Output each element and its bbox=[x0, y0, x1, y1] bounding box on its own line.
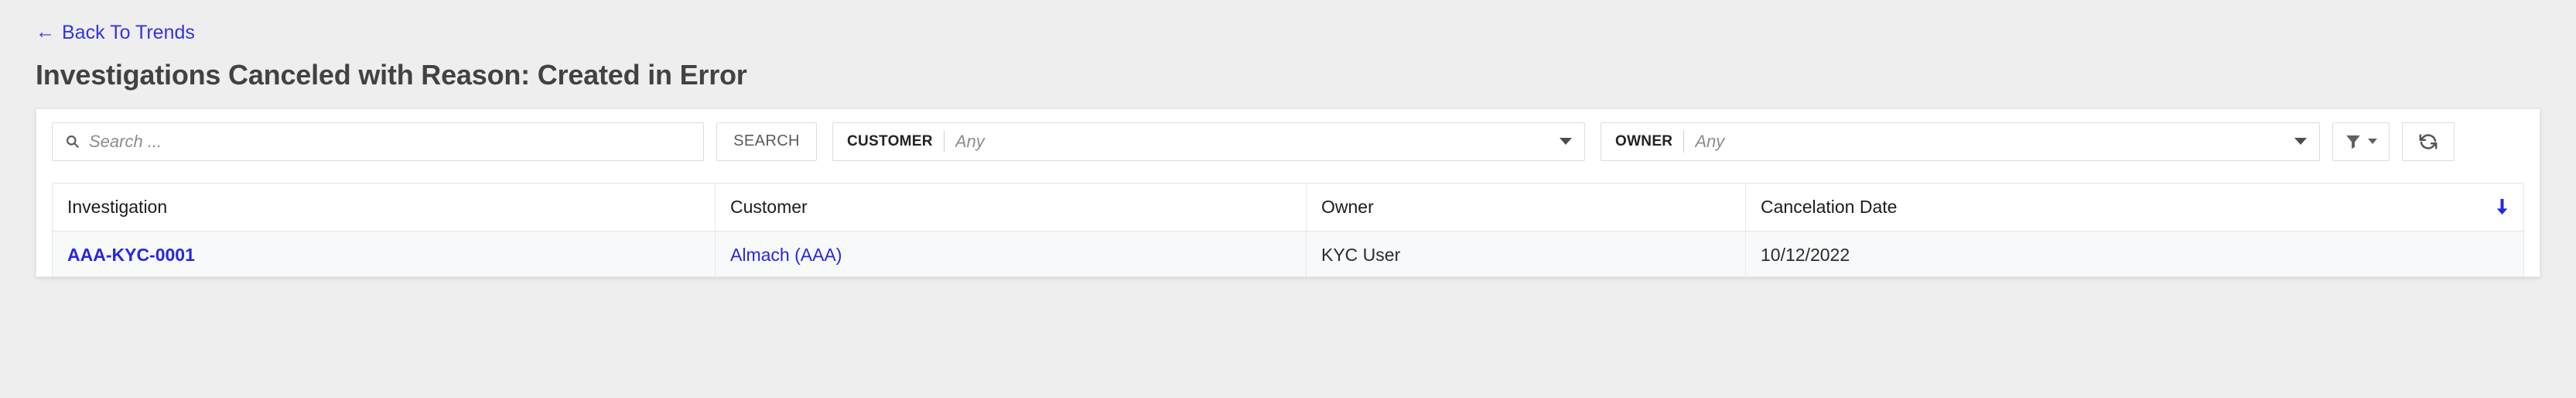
cell-owner: KYC User bbox=[1307, 231, 1746, 276]
owner-filter-label: OWNER bbox=[1615, 132, 1673, 149]
column-header-cancelation-date[interactable]: Cancelation Date bbox=[1746, 184, 2523, 231]
owner-filter-value: Any bbox=[1695, 131, 1725, 151]
filter-toolbar: SEARCH CUSTOMER Any OWNER Any bbox=[36, 109, 2540, 169]
investigation-link[interactable]: AAA-KYC-0001 bbox=[67, 245, 195, 266]
column-header-investigation[interactable]: Investigation bbox=[53, 183, 716, 231]
table-row[interactable]: AAA-KYC-0001 Almach (AAA) KYC User 10/12… bbox=[53, 231, 2523, 276]
page-root: ← Back To Trends Investigations Canceled… bbox=[0, 0, 2576, 398]
investigations-card: SEARCH CUSTOMER Any OWNER Any bbox=[36, 108, 2540, 277]
toolbar-spacer-2 bbox=[817, 122, 832, 169]
filter-menu-button[interactable] bbox=[2332, 122, 2390, 161]
funnel-icon bbox=[2346, 135, 2360, 149]
cell-cancelation-date: 10/12/2022 bbox=[1746, 232, 2523, 276]
cancelation-date-value: 10/12/2022 bbox=[1761, 245, 1850, 266]
search-input[interactable] bbox=[89, 131, 691, 152]
cell-investigation: AAA-KYC-0001 bbox=[53, 231, 716, 276]
customer-filter-select[interactable]: CUSTOMER Any bbox=[832, 122, 1585, 161]
table-header-row: Investigation Customer Owner Cancelation… bbox=[53, 183, 2523, 232]
search-field[interactable] bbox=[52, 122, 704, 161]
arrow-down-icon[interactable] bbox=[2496, 197, 2509, 217]
investigations-table: Investigation Customer Owner Cancelation… bbox=[52, 182, 2524, 276]
chevron-down-icon bbox=[1560, 138, 1572, 146]
search-icon bbox=[67, 136, 79, 148]
toolbar-spacer-5 bbox=[2390, 122, 2402, 169]
toolbar-spacer-3 bbox=[1585, 122, 1601, 169]
arrow-left-icon: ← bbox=[36, 21, 55, 43]
customer-link[interactable]: Almach (AAA) bbox=[730, 245, 842, 266]
refresh-icon bbox=[2419, 133, 2438, 149]
owner-value: KYC User bbox=[1321, 245, 1401, 266]
column-header-owner[interactable]: Owner bbox=[1307, 183, 1746, 231]
back-to-trends-label: Back To Trends bbox=[62, 22, 195, 43]
chevron-down-icon bbox=[2368, 139, 2377, 145]
toolbar-spacer-4 bbox=[2320, 122, 2332, 169]
search-button[interactable]: SEARCH bbox=[716, 122, 817, 161]
customer-filter-value: Any bbox=[955, 131, 985, 151]
owner-filter-select[interactable]: OWNER Any bbox=[1601, 122, 2320, 161]
back-to-trends-link[interactable]: ← Back To Trends bbox=[36, 21, 195, 43]
cell-customer: Almach (AAA) bbox=[716, 231, 1307, 276]
page-title: Investigations Canceled with Reason: Cre… bbox=[36, 59, 747, 91]
customer-filter-label: CUSTOMER bbox=[847, 132, 933, 149]
owner-filter-divider bbox=[1683, 130, 1685, 153]
toolbar-spacer-1 bbox=[704, 122, 716, 169]
customer-filter-divider bbox=[943, 130, 945, 153]
chevron-down-icon bbox=[2294, 138, 2307, 146]
column-header-customer[interactable]: Customer bbox=[716, 183, 1307, 231]
refresh-button[interactable] bbox=[2402, 122, 2455, 161]
